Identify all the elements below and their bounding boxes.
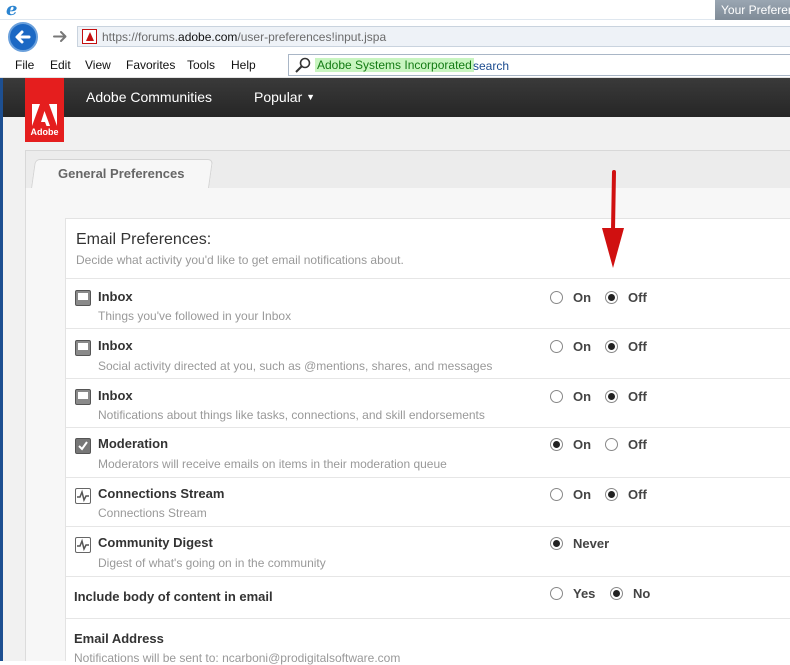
- radio-button-selected[interactable]: [550, 438, 563, 451]
- pref-row-title: Connections Stream: [98, 486, 225, 501]
- pref-row-desc: Notifications about things like tasks, c…: [98, 408, 485, 422]
- search-box[interactable]: Adobe Systems Incorporated search: [288, 54, 790, 76]
- radio-off[interactable]: Off: [605, 487, 647, 502]
- adobe-a-icon: [32, 104, 57, 126]
- pref-row-community-digest: Community Digest Digest of what's going …: [66, 526, 790, 576]
- adobe-logo[interactable]: Adobe: [25, 78, 64, 142]
- annotation-arrow-icon: [602, 170, 624, 268]
- browser-tab[interactable]: Your Preferen: [715, 0, 790, 20]
- checkmark-icon: [78, 441, 88, 451]
- address-url[interactable]: https://forums.adobe.com/user-preference…: [102, 30, 386, 44]
- pref-row-desc: Moderators will receive emails on items …: [98, 457, 447, 471]
- radio-button-selected[interactable]: [610, 587, 623, 600]
- tab-general-preferences-label: General Preferences: [58, 166, 185, 181]
- menu-help[interactable]: Help: [231, 58, 256, 72]
- radio-button[interactable]: [550, 340, 563, 353]
- pulse-line-icon: [77, 489, 89, 503]
- search-label: search: [473, 59, 510, 73]
- checkbox-icon: [75, 438, 91, 454]
- pref-row-moderation: Moderation Moderators will receive email…: [66, 427, 790, 477]
- pref-row-inbox-notifications: Inbox Notifications about things like ta…: [66, 378, 790, 427]
- pref-row-title: Moderation: [98, 436, 169, 451]
- radio-yes[interactable]: Yes: [550, 586, 595, 601]
- pref-row-desc: Digest of what's going on in the communi…: [98, 556, 326, 570]
- nav-popular[interactable]: Popular ▼: [254, 89, 315, 105]
- email-address-title: Email Address: [74, 631, 164, 646]
- pref-row-include-body: Include body of content in email Yes No: [66, 576, 790, 618]
- include-body-title: Include body of content in email: [74, 589, 273, 604]
- radio-on[interactable]: On: [550, 487, 591, 502]
- pref-row-title: Inbox: [98, 289, 133, 304]
- radio-off[interactable]: Off: [605, 290, 647, 305]
- radio-button-selected[interactable]: [605, 390, 618, 403]
- menu-view[interactable]: View: [85, 58, 111, 72]
- activity-stream-icon: [75, 537, 91, 553]
- radio-button[interactable]: [550, 488, 563, 501]
- radio-button-selected[interactable]: [605, 291, 618, 304]
- menu-tools[interactable]: Tools: [187, 58, 215, 72]
- pref-row-desc: Social activity directed at you, such as…: [98, 359, 493, 373]
- inbox-icon: [75, 290, 91, 306]
- email-preferences-subtitle: Decide what activity you'd like to get e…: [76, 253, 404, 267]
- pref-row-desc: Things you've followed in your Inbox: [98, 309, 292, 323]
- internet-explorer-icon: e: [6, 0, 18, 20]
- radio-off[interactable]: Off: [605, 437, 647, 452]
- pulse-line-icon: [77, 538, 89, 552]
- pref-row-inbox-social: Inbox Social activity directed at you, s…: [66, 328, 790, 378]
- radio-on[interactable]: On: [550, 389, 591, 404]
- address-bar[interactable]: https://forums.adobe.com/user-preference…: [77, 26, 790, 47]
- radio-no[interactable]: No: [610, 586, 650, 601]
- pref-row-connections-stream: Connections Stream Connections Stream On…: [66, 477, 790, 526]
- radio-button[interactable]: [550, 390, 563, 403]
- email-preferences-title: Email Preferences:: [76, 231, 212, 248]
- adobe-logo-text: Adobe: [30, 127, 59, 137]
- email-address-desc: Notifications will be sent to: ncarboni@…: [74, 651, 401, 665]
- back-arrow-icon: [15, 30, 31, 44]
- pref-row-title: Community Digest: [98, 535, 213, 550]
- search-provider: Adobe Systems Incorporated: [315, 58, 474, 72]
- radio-button-selected[interactable]: [550, 537, 563, 550]
- pref-row-inbox-followed: Inbox Things you've followed in your Inb…: [66, 278, 790, 328]
- radio-on[interactable]: On: [550, 437, 591, 452]
- menu-edit[interactable]: Edit: [50, 58, 71, 72]
- radio-off[interactable]: Off: [605, 339, 647, 354]
- caret-down-icon: ▼: [306, 92, 316, 102]
- radio-button[interactable]: [550, 291, 563, 304]
- radio-button[interactable]: [605, 438, 618, 451]
- pref-row-title: Inbox: [98, 388, 133, 403]
- adobe-favicon-icon: [82, 29, 97, 44]
- back-button[interactable]: [8, 22, 38, 52]
- pref-row-title: Inbox: [98, 338, 133, 353]
- inbox-icon: [75, 340, 91, 356]
- browser-titlebar: e Your Preferen: [0, 0, 790, 20]
- search-icon: [295, 57, 311, 73]
- inbox-icon: [75, 389, 91, 405]
- nav-adobe-communities[interactable]: Adobe Communities: [86, 89, 212, 105]
- radio-off[interactable]: Off: [605, 389, 647, 404]
- menu-bar: File Edit View Favorites Tools Help Adob…: [0, 52, 790, 78]
- radio-on[interactable]: On: [550, 290, 591, 305]
- menu-favorites[interactable]: Favorites: [126, 58, 175, 72]
- browser-navbar: https://forums.adobe.com/user-preference…: [0, 20, 790, 52]
- radio-button-selected[interactable]: [605, 340, 618, 353]
- radio-button[interactable]: [550, 587, 563, 600]
- forward-button[interactable]: [47, 24, 72, 49]
- pref-row-desc: Connections Stream: [98, 506, 207, 520]
- activity-stream-icon: [75, 488, 91, 504]
- menu-file[interactable]: File: [15, 58, 34, 72]
- radio-button-selected[interactable]: [605, 488, 618, 501]
- forward-arrow-icon: [53, 31, 67, 42]
- radio-never[interactable]: Never: [550, 536, 609, 551]
- radio-on[interactable]: On: [550, 339, 591, 354]
